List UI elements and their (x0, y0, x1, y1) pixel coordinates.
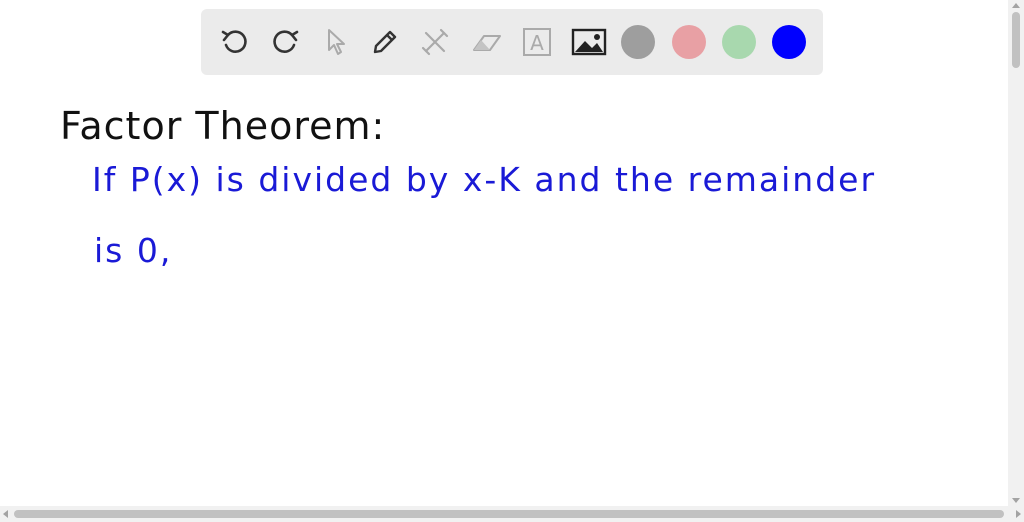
vertical-scrollbar[interactable] (1008, 0, 1024, 506)
select-pointer-icon (328, 29, 345, 55)
eraser-icon (473, 35, 501, 51)
drawing-toolbar: A (201, 9, 823, 75)
color-swatch-gray[interactable] (621, 25, 655, 59)
color-swatch-blue[interactable] (772, 25, 806, 59)
pencil-tool-button[interactable] (367, 24, 403, 60)
redo-button[interactable] (267, 24, 303, 60)
image-icon (571, 28, 607, 56)
vertical-scroll-thumb[interactable] (1012, 12, 1020, 68)
text-tool-button[interactable]: A (519, 24, 555, 60)
tools-icon (421, 28, 449, 56)
tools-button[interactable] (417, 24, 453, 60)
color-swatch-pink[interactable] (672, 25, 706, 59)
pencil-icon (373, 30, 397, 54)
image-tool-button[interactable] (571, 24, 607, 60)
text-box-icon: A (523, 28, 551, 56)
handwritten-heading: Factor Theorem: (60, 104, 386, 148)
horizontal-scrollbar[interactable] (0, 506, 1024, 522)
undo-button[interactable] (217, 24, 253, 60)
horizontal-scroll-thumb[interactable] (14, 510, 1004, 518)
scroll-down-arrow-icon[interactable] (1012, 498, 1020, 503)
scroll-right-arrow-icon[interactable] (1016, 510, 1021, 518)
select-tool-button[interactable] (317, 24, 353, 60)
scroll-left-arrow-icon[interactable] (3, 510, 8, 518)
handwritten-line-2: is 0, (94, 231, 173, 270)
handwritten-line-1: If P(x) is divided by x-K and the remain… (92, 160, 877, 199)
svg-text:A: A (530, 31, 544, 55)
undo-icon (221, 30, 247, 53)
color-swatch-green[interactable] (722, 25, 756, 59)
eraser-tool-button[interactable] (469, 24, 505, 60)
redo-icon (273, 30, 299, 53)
scroll-up-arrow-icon[interactable] (1012, 3, 1020, 8)
